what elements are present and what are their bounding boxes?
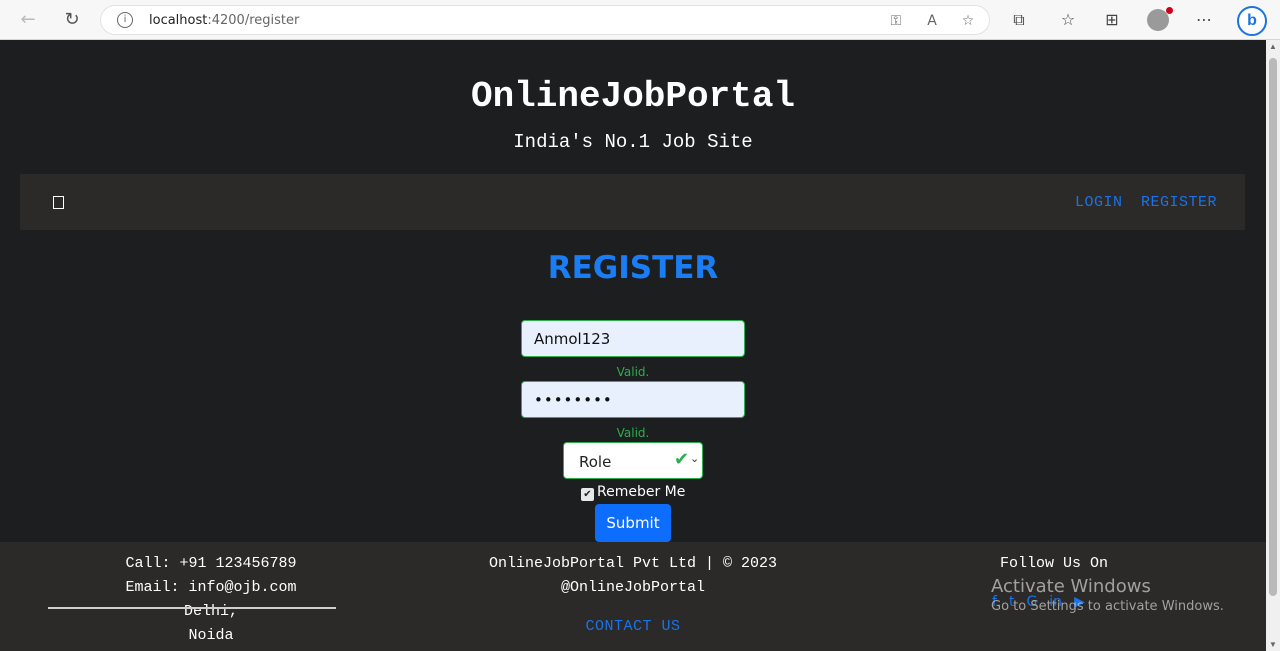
collections-icon[interactable]: ⊞	[1101, 9, 1123, 31]
navbar: LOGIN REGISTER	[20, 174, 1245, 230]
more-menu-icon[interactable]: ⋯	[1193, 9, 1215, 31]
register-heading: REGISTER	[547, 250, 719, 286]
footer-follow-heading: Follow Us On	[999, 555, 1109, 572]
address-bar[interactable]: i localhost:4200/register ⚿ A ☆	[100, 5, 990, 35]
footer-company-info: OnlineJobPortal Pvt Ltd | © 2023 @Online…	[453, 552, 813, 600]
key-icon[interactable]: ⚿	[887, 12, 905, 30]
remember-me: ✔ Remeber Me	[580, 484, 685, 501]
taskbar-strip	[48, 607, 336, 609]
bing-icon[interactable]: b	[1237, 6, 1267, 36]
windows-activation-watermark: Activate Windows Go to Settings to activ…	[991, 576, 1224, 614]
submit-button[interactable]: Submit	[595, 504, 671, 542]
footer-city-2: Noida	[188, 627, 234, 644]
nav-link-login[interactable]: LOGIN	[1075, 194, 1123, 211]
page-content: OnlineJobPortal India's No.1 Job Site LO…	[0, 40, 1266, 651]
username-valid-feedback: Valid.	[616, 365, 650, 379]
watermark-line-1: Activate Windows	[991, 576, 1151, 597]
site-brand: OnlineJobPortal	[470, 76, 796, 117]
remember-me-checkbox[interactable]: ✔	[581, 488, 594, 501]
scroll-up-icon[interactable]: ▲	[1269, 42, 1277, 51]
footer: Call: +91 123456789 Email: info@ojb.com …	[0, 542, 1266, 651]
browser-toolbar: ← ↻ i localhost:4200/register ⚿ A ☆ ⧉ ☆ …	[0, 0, 1280, 40]
remember-me-label: Remeber Me	[597, 484, 686, 500]
extensions-icon[interactable]: ⧉	[1008, 9, 1030, 31]
favorites-icon[interactable]: ☆	[1057, 9, 1079, 31]
watermark-line-2: Go to Settings to activate Windows.	[991, 599, 1224, 614]
username-input[interactable]: Anmol123	[521, 320, 745, 357]
footer-email: Email: info@ojb.com	[125, 579, 297, 596]
footer-company: OnlineJobPortal Pvt Ltd | © 2023	[488, 555, 778, 572]
footer-city-1: Delhi,	[183, 603, 238, 620]
role-select[interactable]: Role ✔ ⌄	[563, 442, 703, 479]
back-arrow-icon[interactable]: ←	[16, 8, 40, 32]
valid-check-icon: ✔	[674, 449, 690, 470]
nav-link-register[interactable]: REGISTER	[1141, 194, 1217, 211]
site-tagline: India's No.1 Job Site	[513, 131, 753, 153]
profile-avatar[interactable]	[1147, 7, 1173, 31]
navbar-toggler-icon[interactable]	[53, 196, 64, 209]
password-input[interactable]: ••••••••	[521, 381, 745, 418]
role-select-value: Role	[579, 453, 612, 471]
page-scrollbar[interactable]: ▲ ▼	[1266, 40, 1280, 651]
scrollbar-thumb[interactable]	[1269, 58, 1277, 596]
chevron-down-icon: ⌄	[690, 452, 700, 465]
footer-contact-info: Call: +91 123456789 Email: info@ojb.com …	[100, 552, 322, 648]
scroll-down-icon[interactable]: ▼	[1269, 640, 1277, 649]
add-favorite-icon[interactable]: ☆	[959, 12, 977, 30]
footer-call: Call: +91 123456789	[125, 555, 297, 572]
footer-handle: @OnlineJobPortal	[560, 579, 706, 596]
site-info-icon[interactable]: i	[117, 12, 133, 28]
reload-icon[interactable]: ↻	[60, 8, 84, 32]
url-text: localhost:4200/register	[149, 13, 300, 28]
read-aloud-icon[interactable]: A	[923, 12, 941, 30]
password-valid-feedback: Valid.	[616, 426, 650, 440]
contact-us-link[interactable]: CONTACT US	[560, 618, 706, 635]
